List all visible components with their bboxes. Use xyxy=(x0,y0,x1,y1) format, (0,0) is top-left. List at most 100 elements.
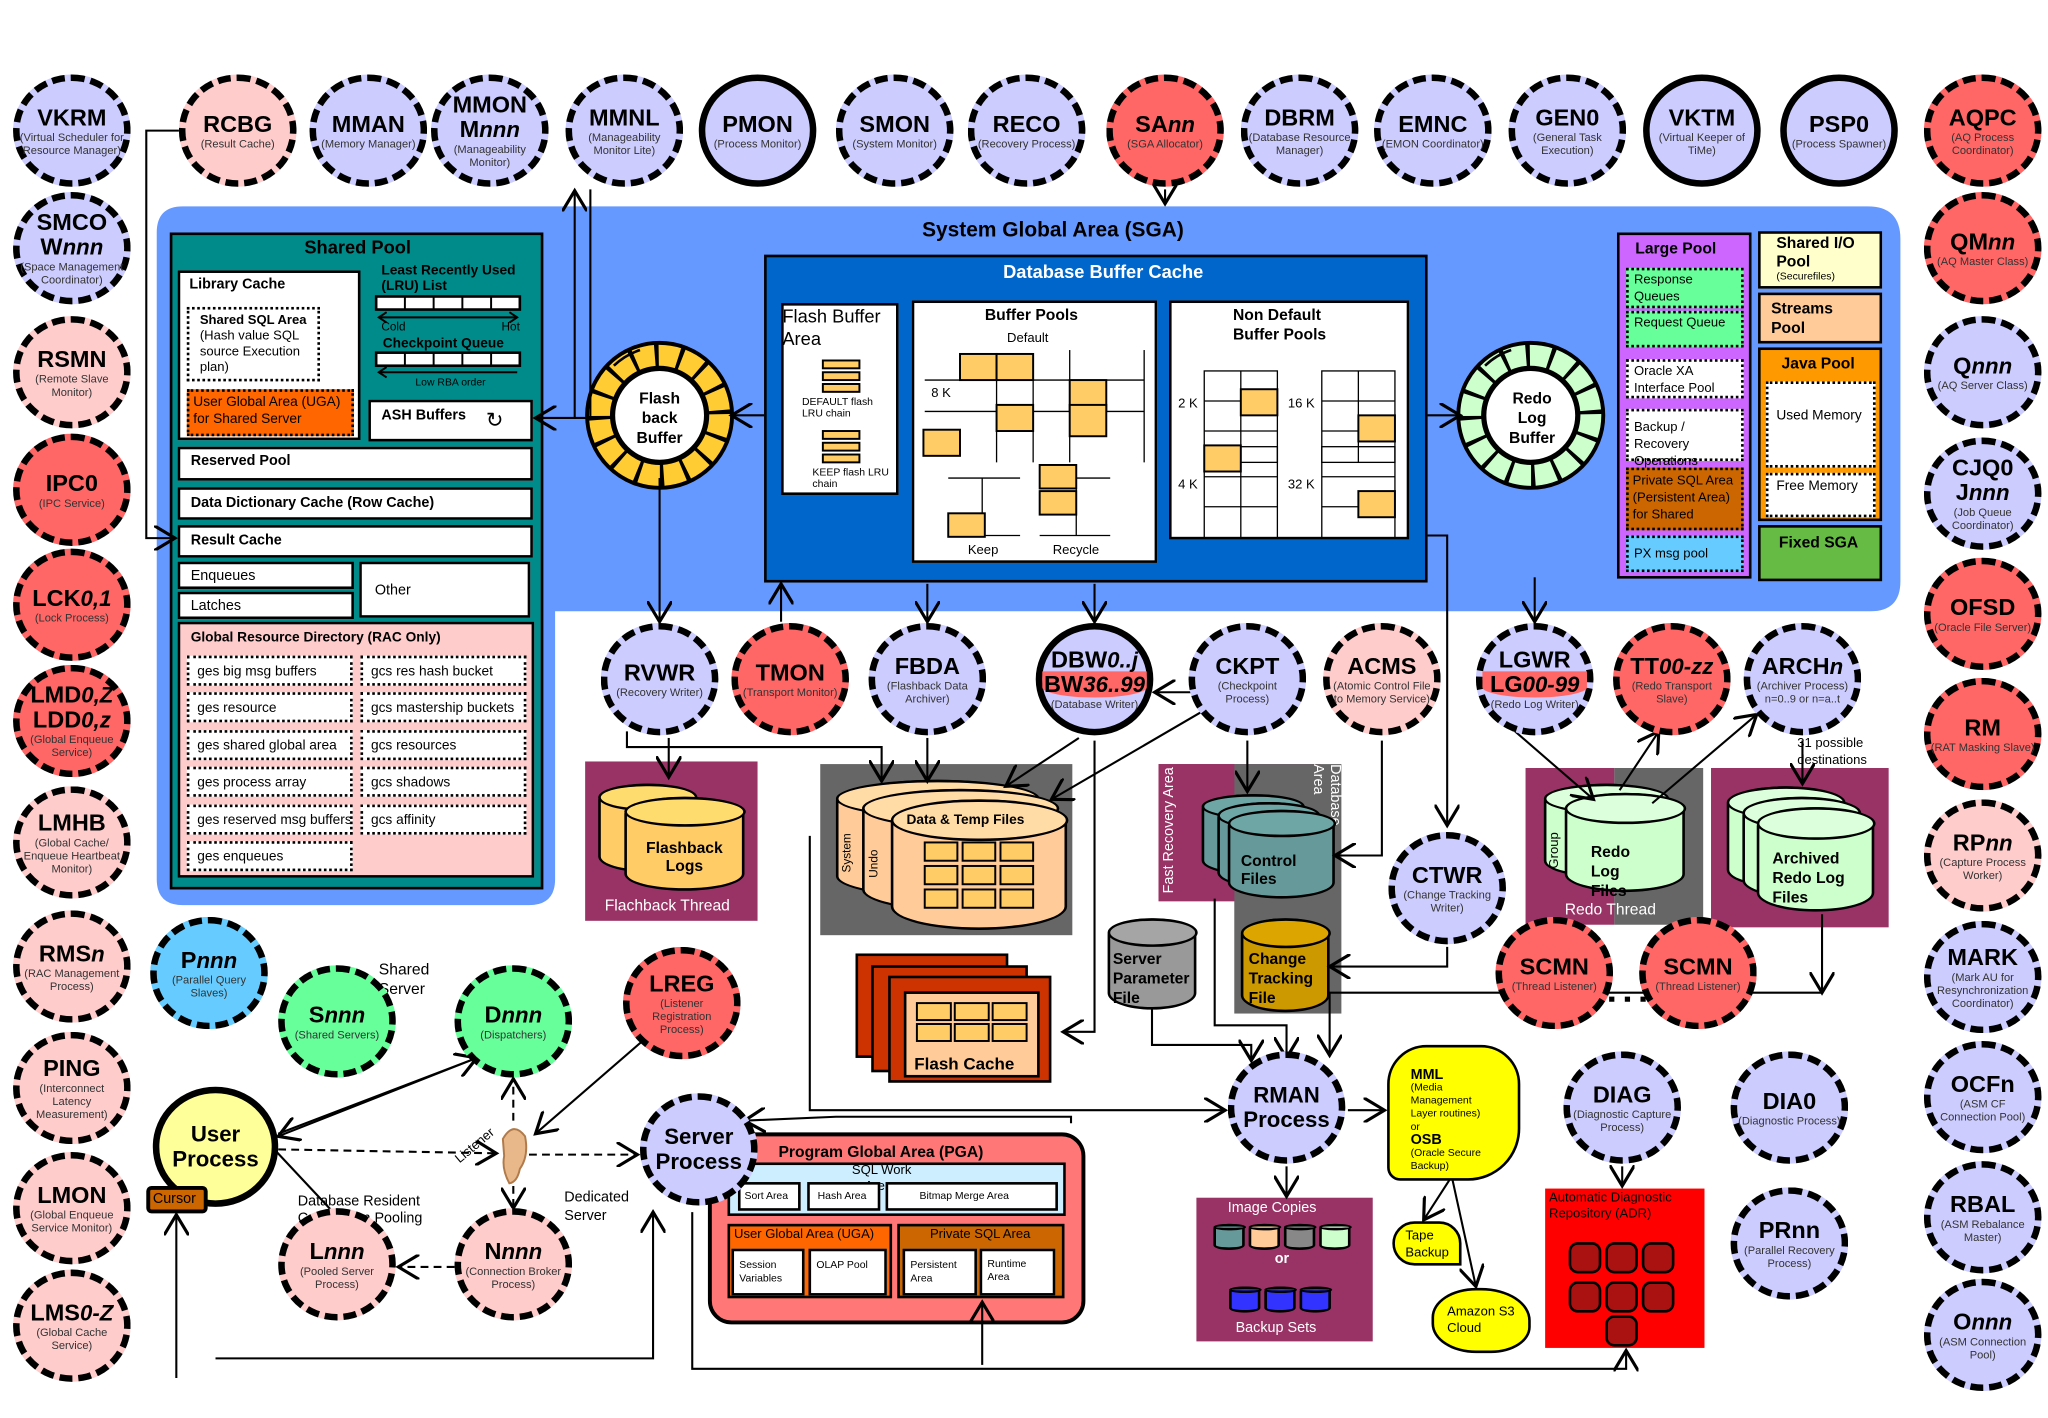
private-sql-area-shared-servers: Private SQL Area (Persistent Area) for S… xyxy=(1626,467,1744,531)
process-name-suffix: nnn xyxy=(196,947,238,973)
process-name-text: CTWR xyxy=(1411,861,1483,888)
checkpoint-queue-label: Checkpoint Queue xyxy=(382,335,504,352)
process-aqpc: AQPC (AQ Process Coordinator) xyxy=(1923,74,2042,187)
archived-label: Archived Redo Log Files xyxy=(1772,848,1845,907)
process-name-text: LGWR xyxy=(1498,646,1571,673)
process-name-text: GEN0 xyxy=(1535,103,1600,130)
process-name-suffix: nnn xyxy=(501,1002,543,1028)
process-description: (Diagnostic Process) xyxy=(1738,1113,1841,1127)
process-tmon: TMON (Transport Monitor) xyxy=(731,623,849,736)
process-ipc0: IPC0 (IPC Service) xyxy=(13,433,131,546)
process-description: (Global Cache Service) xyxy=(36,1325,108,1352)
size-2k-label: 2 K xyxy=(1178,397,1198,412)
process-scmn2: SCMN (Thread Listener) xyxy=(1639,917,1757,1029)
process-name-text: RMAN xyxy=(1253,1082,1320,1108)
image-copy-cylinder xyxy=(1213,1223,1245,1250)
process-vkrm: VKRM (Virtual Scheduler for Resource Mana… xyxy=(13,74,131,187)
data-dictionary-cache: Data Dictionary Cache (Row Cache) xyxy=(177,487,533,520)
process-name: RMSn xyxy=(39,940,105,965)
backup-set-cylinder xyxy=(1299,1286,1331,1313)
server-parameter-file: Server Parameter File xyxy=(1107,918,1197,1010)
process-name-text: DIAG xyxy=(1592,1080,1652,1107)
process-ctwr: CTWR (Change Tracking Writer) xyxy=(1388,832,1506,944)
fixed-sga: Fixed SGA xyxy=(1758,525,1883,582)
sort-area: Sort Area xyxy=(737,1182,801,1211)
other: Other xyxy=(359,561,531,618)
process-name: RPnn xyxy=(1953,829,2013,854)
process-ofsd: OFSD (Oracle File Server) xyxy=(1923,558,2042,670)
process-description: (Parallel Recovery Process) xyxy=(1744,1242,1835,1269)
process-name: FBDA xyxy=(895,653,960,679)
backup-sets-label: Backup Sets xyxy=(1235,1320,1317,1337)
tape-backup: Tape Backup xyxy=(1392,1221,1462,1266)
process-description: (AQ Master Class) xyxy=(1937,254,2029,268)
process-name-line2: Jnnn xyxy=(1956,480,2010,505)
backup-recovery-operations: Backup / Recovery Operations xyxy=(1626,408,1744,469)
process-description: (Shared Servers) xyxy=(294,1027,380,1041)
process-name: Nnnn xyxy=(484,1238,542,1263)
change-tracking-file: Change Tracking File xyxy=(1240,918,1330,1013)
process-rmsn: RMSn (RAC Management Process) xyxy=(13,910,131,1023)
process-description: (Parallel Query Slaves) xyxy=(171,972,246,999)
non-default-title: Non Default Buffer Pools xyxy=(1232,305,1327,344)
process-name: RM xyxy=(1964,714,2001,740)
ash-buffers-label: ASH Buffers xyxy=(381,407,467,424)
default-flash-lru-label: DEFAULT flash LRU chain xyxy=(801,395,873,420)
large-pool-title: Large Pool xyxy=(1635,239,1717,258)
process-name-text: RBAL xyxy=(1950,1190,2016,1217)
process-mmnl: MMNL (Manageability Monitor Lite) xyxy=(565,74,684,187)
process-name-line2: Process xyxy=(1243,1108,1329,1133)
response-queues: Response Queues xyxy=(1626,267,1744,309)
process-description: (Remote Slave Monitor) xyxy=(35,371,109,398)
process-name: SAnn xyxy=(1135,110,1195,137)
image-copy-cylinder xyxy=(1248,1223,1280,1250)
process-band-text: BW xyxy=(1044,671,1084,698)
process-name: Pnnn xyxy=(181,947,238,973)
pga-title: Program Global Area (PGA) xyxy=(778,1142,984,1162)
process-lgwr: LGWR LG00-99 (Redo Log Writer) xyxy=(1475,623,1594,736)
process-name-text: QM xyxy=(1950,227,1989,255)
process-description: (Space Management Coordinator) xyxy=(20,259,124,287)
process-name-text: VKRM xyxy=(37,103,107,130)
process-name: DIA0 xyxy=(1763,1088,1817,1114)
persistent-area: Persistent Area xyxy=(902,1248,977,1296)
process-name-line2: LDD0,z xyxy=(33,707,111,732)
process-name-suffix: nnn xyxy=(324,1002,366,1028)
process-name-text: AQPC xyxy=(1948,103,2017,130)
process-description: (Thread Listener) xyxy=(1655,978,1741,992)
process-name-text: SA xyxy=(1135,110,1168,137)
process-rman: RMAN Process xyxy=(1227,1051,1346,1164)
process-name: MMNL xyxy=(589,104,660,130)
process-name-text: SCMN xyxy=(1519,952,1589,979)
process-name: AQPC xyxy=(1948,103,2017,130)
process-name: User xyxy=(191,1122,240,1147)
process-emnc: EMNC (EMON Coordinator) xyxy=(1374,74,1492,187)
data-temp-files-label: Data & Temp Files xyxy=(906,812,1025,829)
process-lms: LMS0-Z (Global Cache Service) xyxy=(13,1269,131,1382)
process-name: SMON xyxy=(859,111,930,137)
dedicated-server-label: Dedicated Server xyxy=(564,1189,629,1224)
process-lmhb: LMHB (Global Cache/ Enqueue Heartbeat Mon… xyxy=(13,786,131,899)
process-name-text: LMS xyxy=(30,1298,80,1326)
free-memory: Free Memory xyxy=(1765,472,1876,518)
process-name-text: ACMS xyxy=(1347,652,1417,679)
bitmap-merge-area: Bitmap Merge Area xyxy=(885,1182,1058,1211)
result-cache: Result Cache xyxy=(177,525,533,558)
library-cache-title: Library Cache xyxy=(189,276,286,293)
process-name: LCK0,1 xyxy=(32,585,111,610)
flashback-logs-label: Flashback Logs xyxy=(646,838,723,876)
process-name-text: RSMN xyxy=(37,345,107,372)
flashback-thread-label: Flachback Thread xyxy=(604,895,730,915)
process-name2-text: Process xyxy=(172,1146,259,1172)
process-name: ARCHn xyxy=(1762,653,1843,678)
process-description: (Virtual Scheduler for Resource Manager) xyxy=(19,129,124,157)
backup-set-cylinder xyxy=(1229,1286,1261,1313)
request-queue: Request Queue xyxy=(1626,310,1744,348)
osb-desc: (Oracle Secure Backup) xyxy=(1410,1146,1481,1172)
process-name-text: DBW xyxy=(1051,646,1108,673)
process-description: (Transport Monitor) xyxy=(742,685,838,699)
process-description: (Pooled Server Process) xyxy=(299,1263,374,1290)
process-rsmn: RSMN (Remote Slave Monitor) xyxy=(13,316,131,429)
process-rbal: RBAL (ASM Rebalance Master) xyxy=(1923,1161,2042,1274)
process-description: (Capture Process Worker) xyxy=(1939,854,2026,881)
